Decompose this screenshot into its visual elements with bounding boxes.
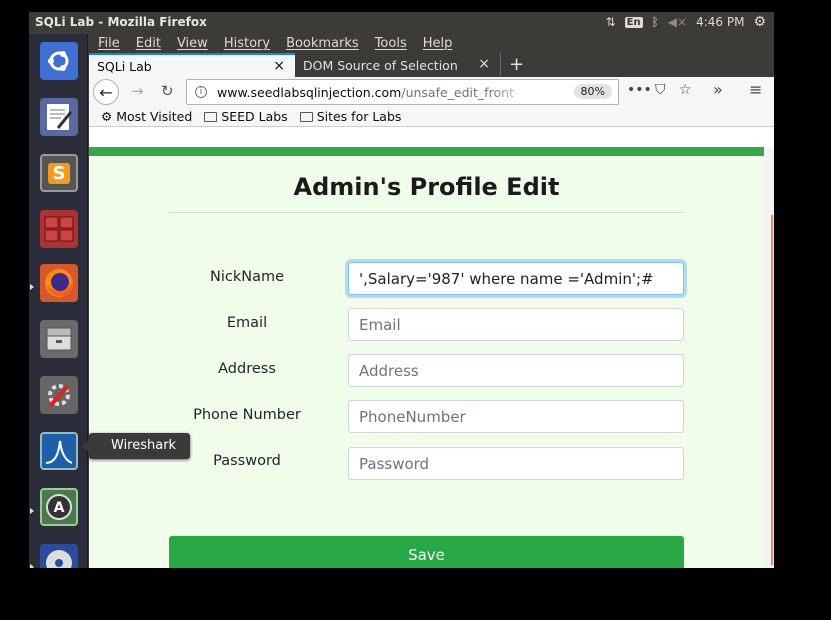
firefox-icon — [40, 264, 78, 302]
tab-dom-source[interactable]: DOM Source of Selection × — [295, 53, 501, 77]
top-panel: SQLi Lab - Mozilla Firefox ⇅ En ᛒ ◀× 4:4… — [29, 12, 774, 34]
zoom-indicator[interactable]: 80% — [573, 84, 612, 99]
file-manager-launcher[interactable] — [35, 316, 83, 362]
scrollbar[interactable] — [764, 147, 774, 568]
software-updater-launcher[interactable]: A — [35, 484, 83, 530]
phone-number-input[interactable] — [348, 400, 684, 433]
email-label: Email — [226, 315, 268, 331]
desktop-screen: SQLi Lab - Mozilla Firefox ⇅ En ᛒ ◀× 4:4… — [29, 12, 774, 568]
wireshark-fin-icon — [40, 432, 78, 470]
running-indicator — [30, 508, 34, 514]
sublime-text-launcher[interactable]: S — [35, 150, 83, 196]
new-tab-plus-icon[interactable]: + — [501, 53, 532, 77]
tab-label: SQLi Lab — [97, 58, 152, 74]
hamburger-menu-icon[interactable]: ≡ — [749, 80, 762, 99]
url-text[interactable]: www.seedlabsqlinjection.com/unsafe_edit_… — [217, 85, 537, 100]
site-info-icon[interactable]: i — [195, 86, 207, 98]
menu-file[interactable]: File — [98, 36, 120, 51]
text-editor-launcher[interactable] — [35, 94, 83, 140]
url-host: www.seedlabsqlinjection.com — [217, 84, 402, 100]
nickname-input[interactable] — [348, 262, 684, 295]
bookmark-label: Most Visited — [116, 109, 193, 124]
url-path: /unsafe_edit_front — [401, 84, 514, 100]
menu-view[interactable]: View — [177, 36, 208, 51]
scrollbar-thumb[interactable] — [771, 215, 773, 565]
email-input[interactable] — [348, 308, 684, 341]
bookmark-most-visited[interactable]: ⚙ Most Visited — [101, 109, 192, 124]
close-tab-icon[interactable]: × — [478, 56, 490, 72]
running-indicator — [30, 284, 34, 290]
svg-text:A: A — [54, 500, 65, 516]
phone-number-label: Phone Number — [193, 407, 301, 423]
clock[interactable]: 4:46 PM — [696, 15, 744, 29]
bookmark-label: SEED Labs — [221, 109, 288, 124]
settings-wrench-icon — [40, 376, 78, 414]
keyboard-layout-indicator[interactable]: En — [624, 16, 643, 28]
launcher-tooltip: Wireshark — [81, 433, 191, 459]
menu-bar: File Edit View History Bookmarks Tools H… — [89, 34, 774, 53]
menu-bookmarks[interactable]: Bookmarks — [286, 36, 359, 51]
tab-sqli-lab[interactable]: SQLi Lab × — [89, 53, 295, 77]
ubuntu-dash-button[interactable] — [35, 38, 83, 84]
nickname-label: NickName — [209, 269, 285, 285]
launcher: S A — [29, 34, 88, 568]
divider — [169, 212, 683, 213]
sublime-text-icon: S — [40, 154, 78, 192]
overflow-chevron-icon[interactable]: » — [713, 80, 723, 99]
wireshark-launcher[interactable] — [35, 428, 83, 474]
bluetooth-icon[interactable]: ᛒ — [652, 15, 659, 29]
firefox-launcher[interactable] — [35, 260, 83, 306]
tab-label: DOM Source of Selection — [303, 57, 458, 73]
folder-icon — [204, 112, 218, 122]
window-title: SQLi Lab - Mozilla Firefox — [35, 15, 207, 29]
page-content: Admin's Profile Edit NickName Email Addr… — [89, 147, 774, 568]
running-indicator — [30, 564, 34, 568]
back-arrow-icon[interactable]: ← — [93, 79, 119, 105]
bookmark-sites-for-labs[interactable]: Sites for Labs — [299, 109, 402, 124]
reload-icon[interactable]: ↻ — [161, 82, 174, 100]
menu-tools[interactable]: Tools — [375, 36, 407, 51]
bookmark-seed-labs[interactable]: SEED Labs — [204, 109, 288, 124]
page-title: Admin's Profile Edit — [293, 173, 560, 201]
software-updater-icon: A — [40, 488, 78, 526]
url-bar[interactable]: i www.seedlabsqlinjection.com/unsafe_edi… — [186, 79, 619, 105]
navigation-toolbar: ← → ↻ i www.seedlabsqlinjection.com/unsa… — [89, 77, 774, 107]
save-button[interactable]: Save — [169, 536, 684, 568]
text-editor-icon — [40, 98, 78, 136]
tab-bar: SQLi Lab × DOM Source of Selection × + — [89, 53, 774, 77]
system-tray: ⇅ En ᛒ ◀× 4:46 PM ⚙ — [606, 14, 766, 30]
page-header-bar — [89, 147, 764, 156]
menu-edit[interactable]: Edit — [136, 36, 161, 51]
gear-icon: ⚙ — [101, 109, 117, 124]
menu-help[interactable]: Help — [423, 36, 453, 51]
pocket-icon[interactable]: ⛉ — [655, 82, 666, 98]
file-cabinet-icon — [40, 320, 78, 358]
firefox-window: File Edit View History Bookmarks Tools H… — [89, 34, 774, 568]
page-actions-ellipsis-icon[interactable]: ••• — [627, 82, 652, 98]
workspace-switcher-icon — [40, 210, 78, 248]
workspace-switcher-launcher[interactable] — [35, 206, 83, 252]
folder-icon — [299, 112, 313, 122]
dvd-launcher[interactable] — [35, 540, 83, 568]
volume-icon[interactable]: ◀× — [668, 15, 687, 29]
close-tab-icon[interactable]: × — [273, 58, 285, 74]
system-settings-launcher[interactable] — [35, 372, 83, 418]
password-input[interactable] — [348, 447, 684, 480]
menu-history[interactable]: History — [224, 36, 270, 51]
forward-arrow-icon[interactable]: → — [131, 82, 144, 100]
bookmark-star-icon[interactable]: ☆ — [679, 82, 692, 98]
address-input[interactable] — [348, 354, 684, 387]
ubuntu-logo-icon — [40, 42, 78, 80]
network-icon[interactable]: ⇅ — [606, 15, 616, 29]
dvd-disc-icon — [40, 544, 78, 568]
address-label: Address — [218, 361, 276, 377]
bookmark-label: Sites for Labs — [316, 109, 402, 124]
bookmarks-toolbar: ⚙ Most Visited SEED Labs Sites for Labs — [89, 107, 774, 127]
gear-icon[interactable]: ⚙ — [753, 14, 766, 30]
